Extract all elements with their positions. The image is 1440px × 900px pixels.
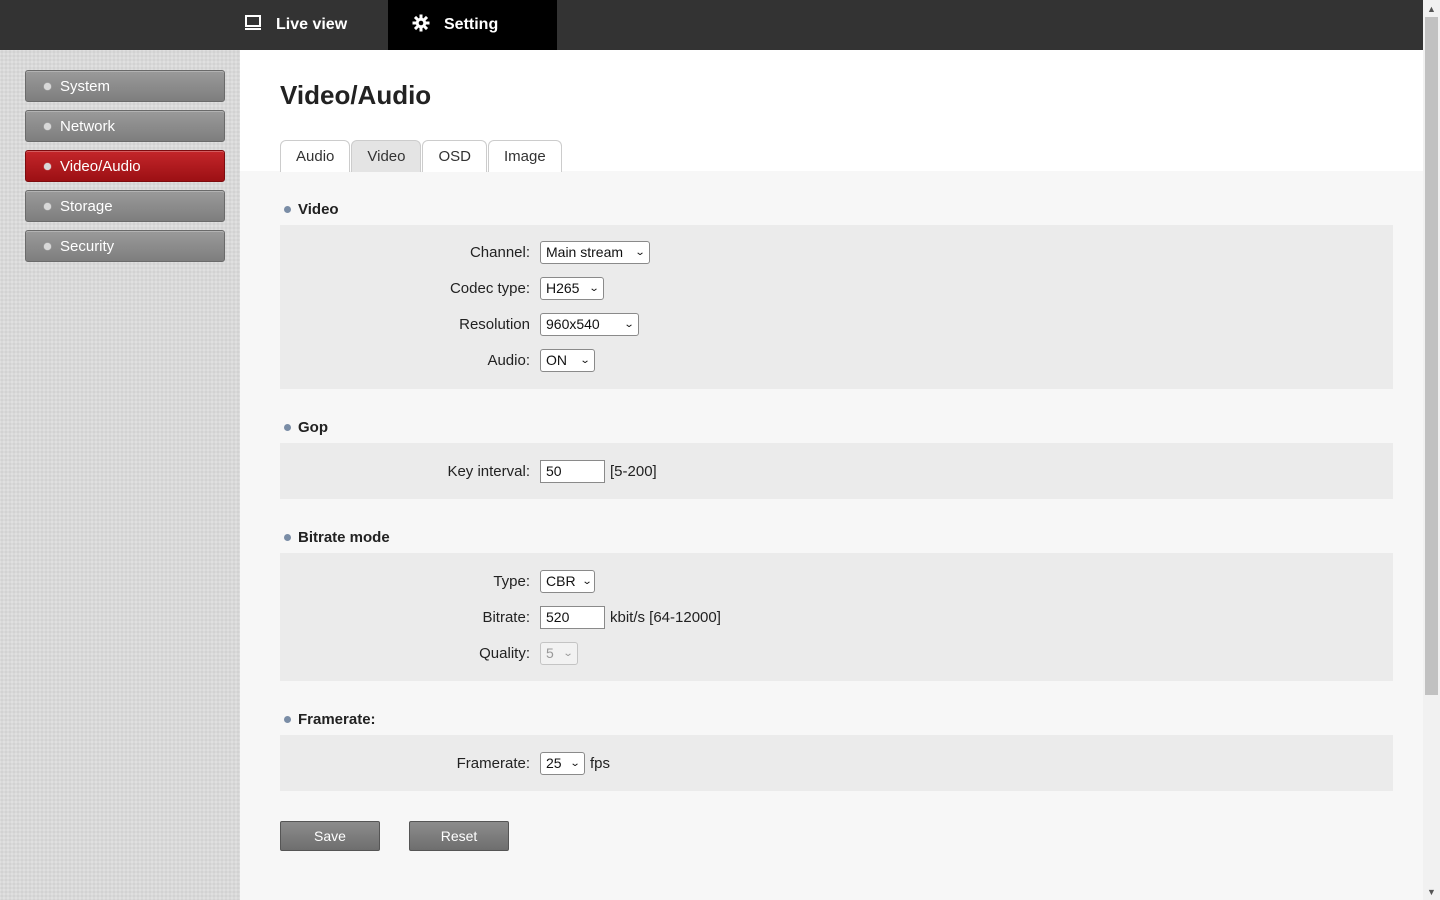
nav-live-view[interactable]: Live view xyxy=(244,0,347,50)
quality-select[interactable]: 5 ⌄ xyxy=(540,641,578,665)
section-title-text: Bitrate mode xyxy=(298,529,390,546)
bullet-icon xyxy=(44,242,51,250)
sidebar-item-security[interactable]: Security xyxy=(25,230,225,262)
video-panel: Channel: Main stream ⌄ Codec type: H265 … xyxy=(280,225,1393,389)
sidebar-item-label: Video/Audio xyxy=(60,157,141,175)
framerate-select[interactable]: 25 ⌄ xyxy=(540,751,585,775)
scroll-up-icon[interactable]: ▲ xyxy=(1423,0,1440,17)
sidebar-item-network[interactable]: Network xyxy=(25,110,225,142)
bitrate-type-select[interactable]: CBR ⌄ xyxy=(540,569,595,593)
gear-icon xyxy=(412,14,430,37)
resolution-value: 960x540 xyxy=(546,316,600,332)
sidebar-item-label: Storage xyxy=(60,197,113,215)
tab-video[interactable]: Video xyxy=(351,140,422,172)
page-title: Video/Audio xyxy=(280,80,432,110)
resolution-select[interactable]: 960x540 ⌄ xyxy=(540,312,639,336)
bullet-icon xyxy=(44,162,51,170)
section-title-framerate: Framerate: xyxy=(284,711,376,728)
section-title-bitrate: Bitrate mode xyxy=(284,529,390,546)
main-content: Video/Audio Audio Video OSD Image Video … xyxy=(240,50,1423,900)
chevron-down-icon: ⌄ xyxy=(634,246,646,258)
bitrate-row: Bitrate: kbit/s [64-12000] xyxy=(280,605,980,629)
sidebar-item-label: Network xyxy=(60,117,116,135)
bitrate-type-row: Type: CBR ⌄ xyxy=(280,569,980,593)
section-title-text: Gop xyxy=(298,419,328,436)
bitrate-type-value: CBR xyxy=(546,573,576,589)
sidebar-item-label: Security xyxy=(60,237,115,255)
section-title-video: Video xyxy=(284,201,339,218)
reset-button[interactable]: Reset xyxy=(409,821,509,851)
section-title-text: Video xyxy=(298,201,339,218)
framerate-unit: fps xyxy=(590,754,611,772)
codec-value: H265 xyxy=(546,280,580,296)
page-header: Video/Audio Audio Video OSD Image xyxy=(240,50,1423,172)
channel-label: Channel: xyxy=(469,243,530,261)
resolution-row: Resolution 960x540 ⌄ xyxy=(280,312,980,336)
bitrate-type-label: Type: xyxy=(493,572,530,590)
channel-value: Main stream xyxy=(546,244,624,260)
tab-bar: Audio Video OSD Image xyxy=(280,140,563,172)
nav-live-view-label: Live view xyxy=(276,16,348,33)
framerate-label: Framerate: xyxy=(456,754,530,772)
quality-value: 5 xyxy=(546,645,554,661)
framerate-value: 25 xyxy=(546,755,562,771)
chevron-down-icon: ⌄ xyxy=(581,575,593,587)
codec-label: Codec type: xyxy=(449,279,530,297)
nav-setting[interactable]: Setting xyxy=(388,0,557,50)
bullet-icon xyxy=(284,534,291,541)
chevron-down-icon: ⌄ xyxy=(588,282,600,294)
chevron-down-icon: ⌄ xyxy=(623,318,635,330)
key-interval-range: [5-200] xyxy=(610,462,657,480)
quality-label: Quality: xyxy=(479,644,530,662)
nav-setting-label: Setting xyxy=(444,16,499,33)
resolution-label: Resolution xyxy=(459,315,530,333)
sidebar: System Network Video/Audio Storage Secur… xyxy=(0,50,240,900)
tab-osd[interactable]: OSD xyxy=(422,140,487,172)
bullet-icon xyxy=(44,82,51,90)
sidebar-item-label: System xyxy=(60,77,111,95)
scroll-down-icon[interactable]: ▼ xyxy=(1423,883,1440,900)
tab-audio[interactable]: Audio xyxy=(280,140,351,172)
key-interval-row: Key interval: [5-200] xyxy=(280,459,980,483)
quality-row: Quality: 5 ⌄ xyxy=(280,641,980,665)
bullet-icon xyxy=(284,716,291,723)
bitrate-label: Bitrate: xyxy=(482,608,530,626)
sidebar-item-system[interactable]: System xyxy=(25,70,225,102)
channel-select[interactable]: Main stream ⌄ xyxy=(540,240,650,264)
chevron-down-icon: ⌄ xyxy=(579,354,591,366)
sidebar-item-video-audio[interactable]: Video/Audio xyxy=(25,150,225,182)
framerate-row: Framerate: 25 ⌄ fps xyxy=(280,751,980,775)
section-title-text: Framerate: xyxy=(298,711,376,728)
audio-value: ON xyxy=(546,352,567,368)
audio-label: Audio: xyxy=(487,351,530,369)
top-bar: Live view Setting xyxy=(0,0,1423,50)
section-title-gop: Gop xyxy=(284,419,328,436)
monitor-icon xyxy=(244,14,262,37)
bitrate-unit: kbit/s [64-12000] xyxy=(610,608,721,626)
audio-select[interactable]: ON ⌄ xyxy=(540,348,595,372)
framerate-panel: Framerate: 25 ⌄ fps xyxy=(280,735,1393,791)
codec-select[interactable]: H265 ⌄ xyxy=(540,276,604,300)
scrollbar-thumb[interactable] xyxy=(1425,17,1438,695)
bullet-icon xyxy=(284,424,291,431)
bitrate-panel: Type: CBR ⌄ Bitrate: kbit/s [64-12000] Q… xyxy=(280,553,1393,681)
gop-panel: Key interval: [5-200] xyxy=(280,443,1393,499)
key-interval-label: Key interval: xyxy=(447,462,530,480)
bullet-icon xyxy=(44,122,51,130)
channel-row: Channel: Main stream ⌄ xyxy=(280,240,980,264)
audio-row: Audio: ON ⌄ xyxy=(280,348,980,372)
bullet-icon xyxy=(44,202,51,210)
sidebar-item-storage[interactable]: Storage xyxy=(25,190,225,222)
vertical-scrollbar[interactable]: ▲ ▼ xyxy=(1423,0,1440,900)
chevron-down-icon: ⌄ xyxy=(562,647,574,659)
codec-row: Codec type: H265 ⌄ xyxy=(280,276,980,300)
tab-image[interactable]: Image xyxy=(487,140,562,172)
bullet-icon xyxy=(284,206,291,213)
chevron-down-icon: ⌄ xyxy=(569,757,581,769)
key-interval-input[interactable] xyxy=(540,459,605,483)
save-button[interactable]: Save xyxy=(280,821,380,851)
bitrate-input[interactable] xyxy=(540,605,605,629)
